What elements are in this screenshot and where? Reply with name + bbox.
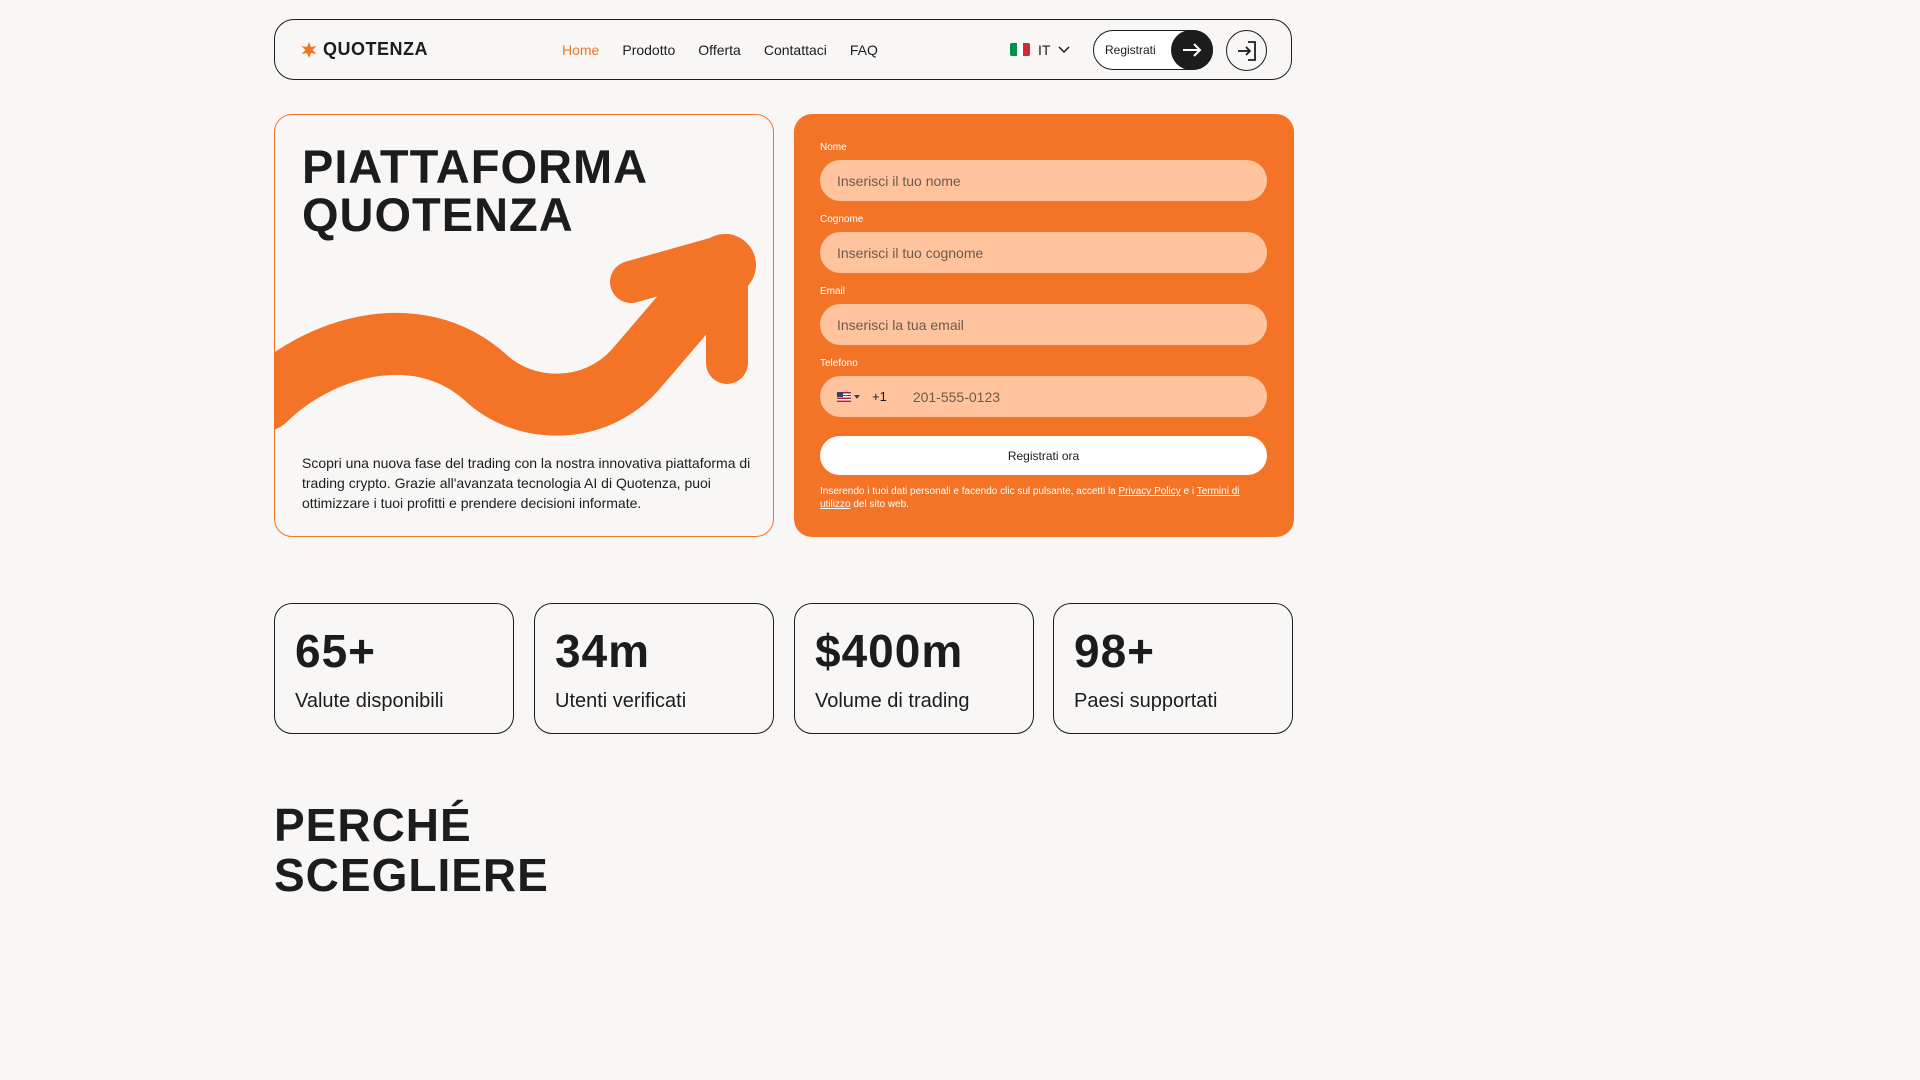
hero-title-line1: PIATTAFORMA — [302, 140, 649, 193]
legal-middle: e i — [1180, 486, 1197, 497]
email-input[interactable] — [820, 304, 1267, 345]
stat-card: 34m Utenti verificati — [534, 603, 774, 734]
chevron-down-icon — [1058, 45, 1070, 53]
arrow-right-icon — [1171, 30, 1213, 70]
login-icon — [1237, 40, 1256, 61]
logo-text: QUOTENZA — [323, 39, 428, 59]
legal-notice: Inserendo i tuoi dati personali e facend… — [820, 485, 1270, 511]
stat-card: $400m Volume di trading — [794, 603, 1034, 734]
stat-card: 98+ Paesi supportati — [1053, 603, 1293, 734]
stat-label: Valute disponibili — [295, 690, 444, 712]
stat-label: Volume di trading — [815, 690, 970, 712]
stat-label: Utenti verificati — [555, 690, 687, 712]
us-flag-icon — [837, 391, 851, 402]
surname-input[interactable] — [820, 232, 1267, 273]
star-logo-icon — [301, 41, 317, 58]
login-button[interactable] — [1226, 30, 1267, 71]
stat-value: 65+ — [295, 625, 377, 677]
name-input[interactable] — [820, 160, 1267, 201]
main-nav: Home Prodotto Offerta Contattaci FAQ — [562, 20, 878, 79]
privacy-policy-link[interactable]: Privacy Policy — [1119, 486, 1181, 497]
name-label: Nome — [820, 142, 847, 153]
legal-prefix: Inserendo i tuoi dati personali e facend… — [820, 486, 1119, 497]
email-label: Email — [820, 286, 846, 297]
hero-title: PIATTAFORMA QUOTENZA — [302, 143, 648, 239]
logo[interactable]: QUOTENZA — [301, 20, 428, 79]
stat-value: 98+ — [1074, 625, 1156, 677]
surname-label: Cognome — [820, 214, 864, 225]
nav-prodotto[interactable]: Prodotto — [622, 42, 675, 58]
site-header: QUOTENZA Home Prodotto Offerta Contattac… — [274, 19, 1292, 80]
hero-card: PIATTAFORMA QUOTENZA Scopri una nuova fa… — [274, 114, 774, 537]
italy-flag-icon — [1010, 43, 1030, 56]
stat-value: $400m — [815, 625, 964, 677]
country-code-selector[interactable] — [837, 391, 860, 402]
hero-description: Scopri una nuova fase del trading con la… — [302, 455, 751, 511]
stat-label: Paesi supportati — [1074, 690, 1218, 712]
legal-suffix: del sito web. — [850, 499, 909, 510]
nav-contattaci[interactable]: Contattaci — [764, 42, 827, 58]
phone-label: Telefono — [820, 358, 858, 369]
section-title-line2: SCEGLIERE — [274, 849, 549, 901]
nav-faq[interactable]: FAQ — [850, 42, 878, 58]
nav-offerta[interactable]: Offerta — [698, 42, 741, 58]
register-button-label: Registrati — [1105, 43, 1156, 57]
phone-field: +1 — [820, 376, 1267, 417]
phone-country-code: +1 — [872, 389, 887, 404]
nav-home[interactable]: Home — [562, 42, 599, 58]
phone-input[interactable] — [910, 387, 1267, 406]
section-title: PERCHÉ SCEGLIERE — [274, 800, 549, 900]
stat-value: 34m — [555, 625, 651, 677]
hero-title-line2: QUOTENZA — [302, 188, 574, 241]
submit-button[interactable]: Registrati ora — [820, 436, 1267, 475]
signup-form: Nome Cognome Email Telefono +1 Registrat… — [794, 114, 1294, 537]
stat-card: 65+ Valute disponibili — [274, 603, 514, 734]
caret-down-icon — [854, 394, 860, 399]
section-title-line1: PERCHÉ — [274, 799, 472, 851]
language-selector[interactable]: IT — [1010, 20, 1070, 79]
language-code: IT — [1038, 41, 1051, 58]
register-button[interactable]: Registrati — [1093, 30, 1213, 70]
